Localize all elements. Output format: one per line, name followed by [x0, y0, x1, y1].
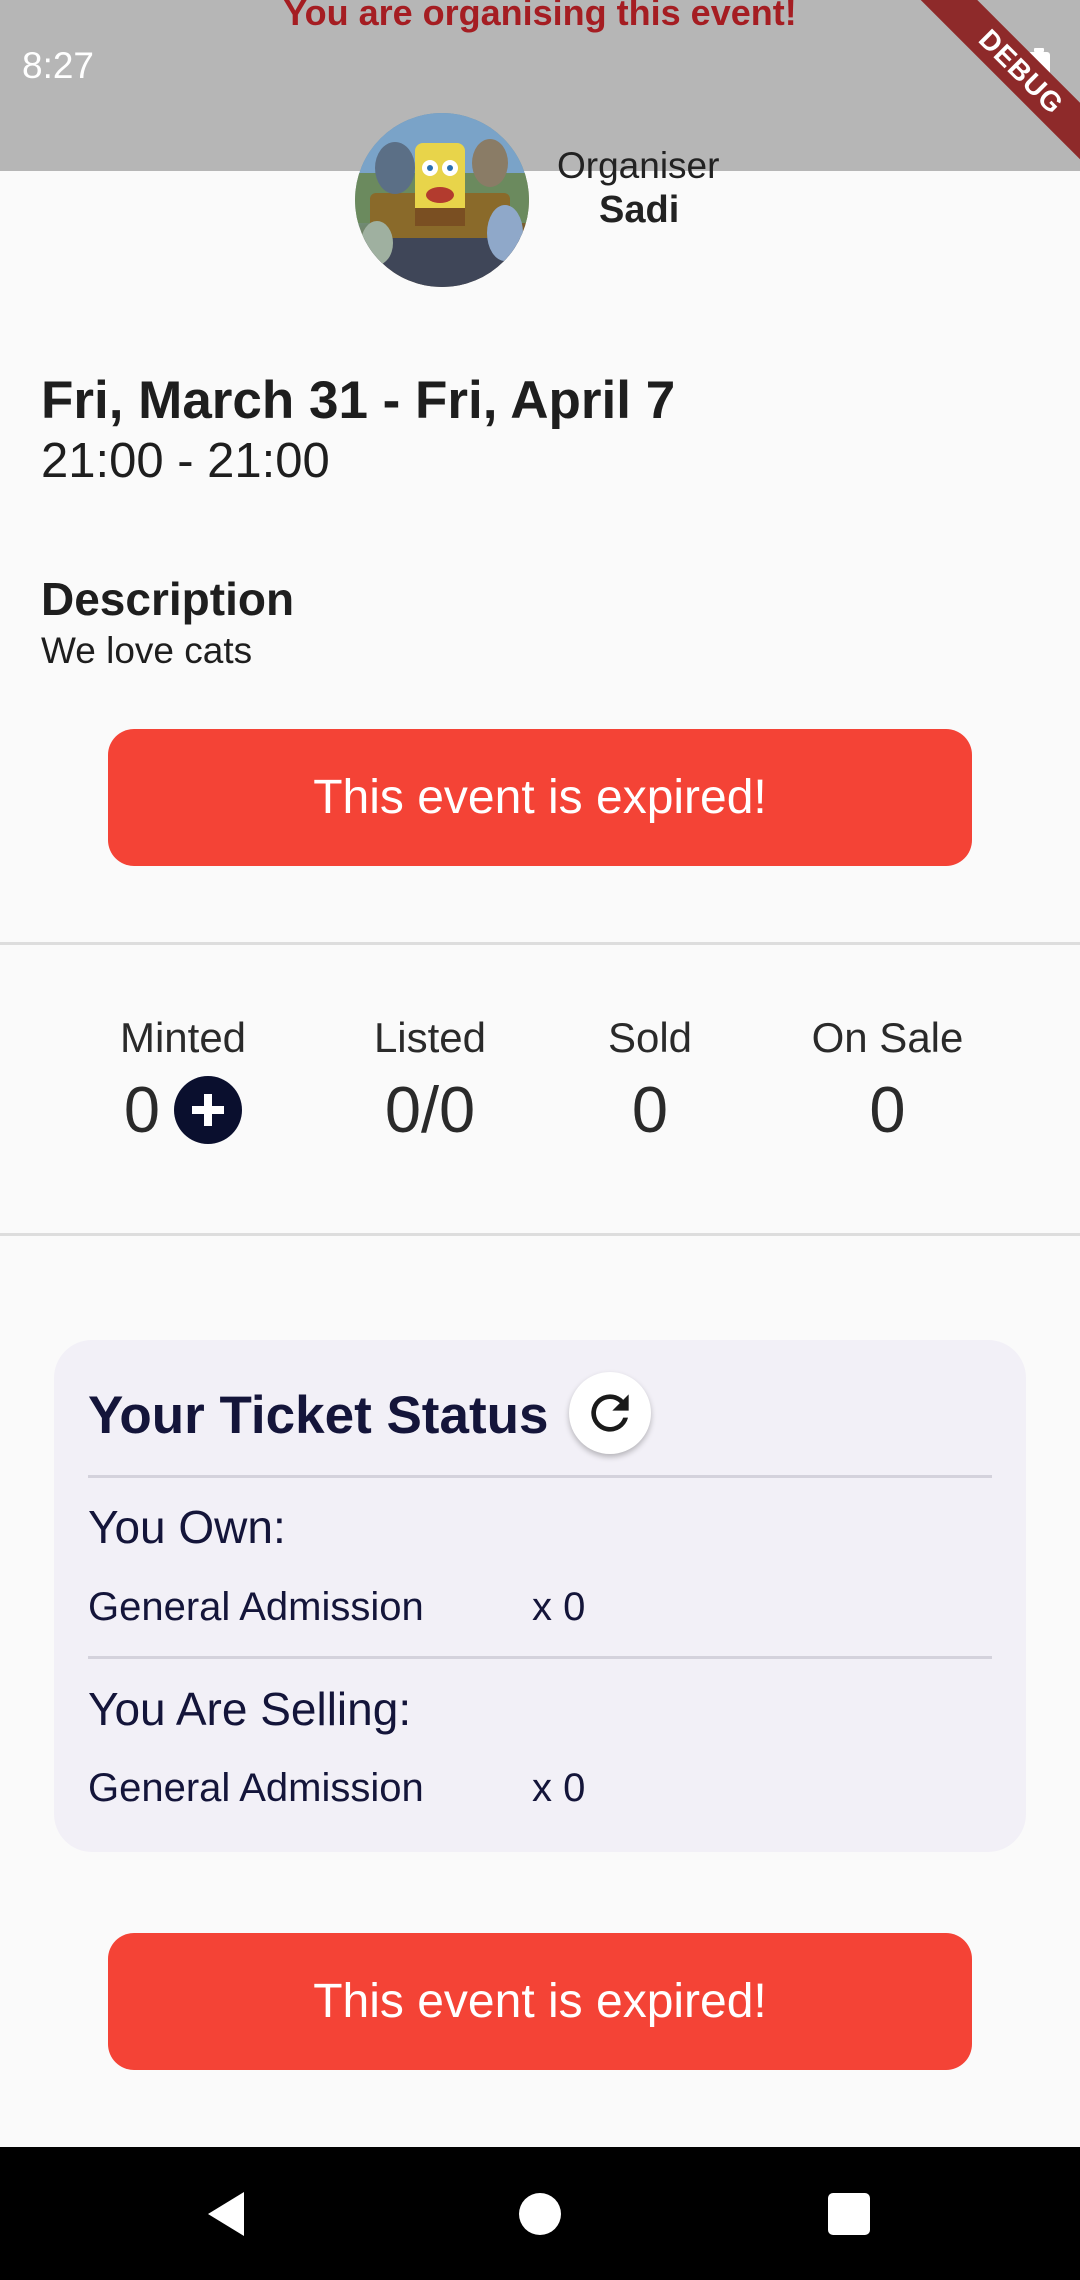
- plus-icon[interactable]: [174, 1075, 243, 1144]
- stat-on-sale: On Sale 0: [790, 1014, 985, 1147]
- own-ticket-type: General Admission: [88, 1585, 424, 1629]
- organiser-banner: You are organising this event!: [283, 0, 797, 33]
- stat-sold-value: 0: [631, 1073, 669, 1146]
- refresh-icon: [591, 1394, 629, 1432]
- stat-on-sale-label: On Sale: [811, 1014, 964, 1061]
- avatar-image: [355, 113, 529, 287]
- recents-square-icon[interactable]: [828, 2193, 870, 2235]
- back-triangle-icon[interactable]: [204, 2190, 248, 2238]
- system-nav-bar: [0, 2147, 1080, 2280]
- stat-listed: Listed 0/0: [335, 1014, 525, 1147]
- ticket-status-card: Your Ticket Status You Own: General Admi…: [54, 1340, 1026, 1852]
- you-own-label: You Own:: [88, 1501, 286, 1553]
- stat-on-sale-value: 0: [869, 1073, 906, 1146]
- stat-listed-label: Listed: [373, 1014, 487, 1061]
- organiser-info: Organiser Sadi: [355, 113, 755, 288]
- stat-listed-value: 0/0: [384, 1073, 476, 1146]
- divider-bottom: [0, 1233, 1080, 1236]
- refresh-button[interactable]: [569, 1372, 651, 1454]
- card-divider-2: [88, 1656, 992, 1659]
- expired-button-top[interactable]: This event is expired!: [108, 729, 972, 866]
- stat-sold-label: Sold: [607, 1014, 693, 1061]
- stat-sold: Sold 0: [570, 1014, 730, 1147]
- stat-minted-value: 0: [123, 1073, 161, 1146]
- selling-ticket-type: General Admission: [88, 1766, 424, 1810]
- event-date-range: Fri, March 31 - Fri, April 7: [41, 371, 676, 430]
- stat-minted: Minted 0: [98, 1014, 268, 1147]
- ticket-status-title: Your Ticket Status: [88, 1386, 549, 1445]
- stat-minted-value-row: 0: [98, 1072, 268, 1147]
- stat-minted-label: Minted: [119, 1014, 247, 1061]
- description-text: We love cats: [41, 630, 253, 671]
- organiser-label: Organiser: [557, 145, 720, 186]
- card-divider-1: [88, 1475, 992, 1478]
- description-heading: Description: [41, 573, 295, 625]
- organiser-avatar[interactable]: [355, 113, 529, 287]
- you-are-selling-label: You Are Selling:: [88, 1683, 412, 1735]
- selling-ticket-count: x 0: [532, 1766, 586, 1810]
- home-circle-icon[interactable]: [519, 2193, 561, 2235]
- status-bar-time: 8:27: [22, 45, 95, 86]
- organiser-name: Sadi: [599, 189, 680, 231]
- expired-button-bottom[interactable]: This event is expired!: [108, 1933, 972, 2070]
- own-ticket-count: x 0: [532, 1585, 586, 1629]
- event-time-range: 21:00 - 21:00: [41, 434, 330, 488]
- divider-top: [0, 942, 1080, 945]
